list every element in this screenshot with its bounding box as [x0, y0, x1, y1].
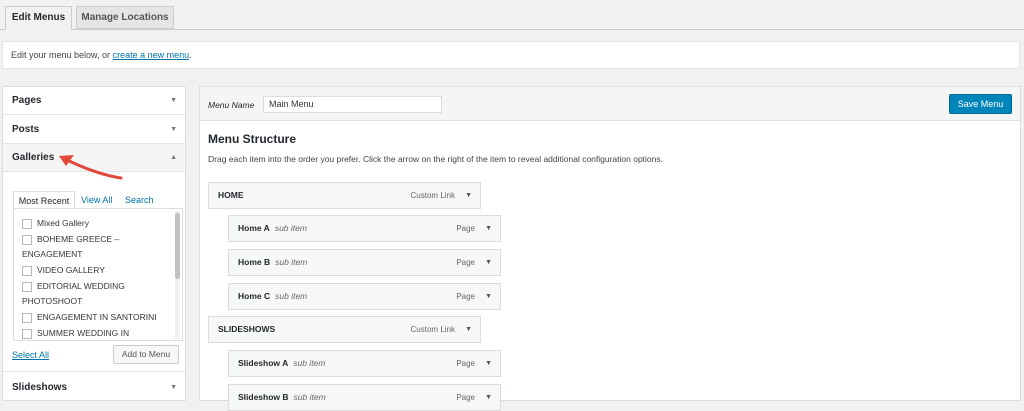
create-new-menu-link[interactable]: create a new menu [113, 50, 190, 60]
galleries-body: Most Recent View All Search Mixed Galler… [3, 173, 185, 372]
list-item: ENGAGEMENT IN SANTORINI [37, 312, 157, 322]
menu-item-title: Home C [238, 291, 271, 301]
annotation-arrow-icon [59, 155, 123, 180]
notice-suffix: . [189, 50, 192, 60]
chevron-down-icon: ▼ [170, 384, 177, 391]
chevron-down-icon[interactable]: ▼ [485, 284, 492, 309]
list-item: ENGAGEMENT [22, 249, 83, 259]
accordion-pages-label: Pages [12, 95, 42, 106]
accordion-posts[interactable]: Posts ▼ [3, 116, 185, 144]
checkbox-editorial-wedding[interactable] [22, 282, 32, 292]
sub-item-label: sub item [275, 291, 308, 301]
gallery-list[interactable]: Mixed Gallery BOHEME GREECE – ENGAGEMENT… [13, 208, 183, 341]
list-item: SUMMER WEDDING IN [37, 328, 130, 338]
chevron-down-icon[interactable]: ▼ [465, 317, 472, 342]
menu-item-title: HOME [218, 190, 244, 200]
menu-item-type: Custom Link [410, 191, 455, 200]
menu-item[interactable]: Slideshow A sub item Page ▼ [228, 350, 501, 377]
add-to-menu-button[interactable]: Add to Menu [113, 345, 179, 364]
chevron-down-icon: ▼ [170, 97, 177, 104]
accordion-galleries-label: Galleries [12, 152, 55, 163]
menu-item-type: Page [456, 258, 475, 267]
menu-name-input[interactable]: Main Menu [263, 96, 442, 113]
tab-edit-menus[interactable]: Edit Menus [5, 6, 72, 30]
menu-item[interactable]: HOME Custom Link ▼ [208, 182, 481, 209]
menu-item-type: Custom Link [410, 325, 455, 334]
menu-item-title: Home B [238, 257, 271, 267]
list-item: Mixed Gallery [37, 218, 89, 228]
sub-item-label: sub item [274, 223, 307, 233]
menu-item-type: Page [456, 292, 475, 301]
list-item: PHOTOSHOOT [22, 296, 83, 306]
menu-header-bar: Menu Name Main Menu Save Menu [200, 87, 1020, 121]
menu-structure-description: Drag each item into the order you prefer… [208, 154, 663, 164]
menu-item[interactable]: Home B sub item Page ▼ [228, 249, 501, 276]
chevron-down-icon[interactable]: ▼ [465, 183, 472, 208]
save-menu-button[interactable]: Save Menu [949, 94, 1012, 114]
accordion-pages[interactable]: Pages ▼ [3, 87, 185, 115]
checkbox-engagement-santorini[interactable] [22, 313, 32, 323]
chevron-down-icon[interactable]: ▼ [485, 216, 492, 241]
chevron-down-icon: ▼ [170, 126, 177, 133]
tab-search[interactable]: Search [125, 191, 154, 209]
menu-item[interactable]: Home C sub item Page ▼ [228, 283, 501, 310]
accordion-posts-label: Posts [12, 124, 40, 135]
list-item: EDITORIAL WEDDING [37, 281, 125, 291]
tab-manage-locations[interactable]: Manage Locations [76, 6, 174, 29]
menu-item-type: Page [456, 359, 475, 368]
menu-item[interactable]: SLIDESHOWS Custom Link ▼ [208, 316, 481, 343]
list-item: VIDEO GALLERY [37, 265, 105, 275]
menu-item[interactable]: Home A sub item Page ▼ [228, 215, 501, 242]
tab-most-recent[interactable]: Most Recent [13, 191, 75, 209]
chevron-down-icon[interactable]: ▼ [485, 351, 492, 376]
sub-item-label: sub item [275, 257, 308, 267]
menu-item-type: Page [456, 393, 475, 402]
checkbox-summer-wedding[interactable] [22, 329, 32, 339]
menu-item-type: Page [456, 224, 475, 233]
checkbox-boheme-greece[interactable] [22, 235, 32, 245]
list-scrollbar-thumb[interactable] [175, 213, 180, 279]
menu-item-title: SLIDESHOWS [218, 324, 276, 334]
accordion-slideshows[interactable]: Slideshows ▼ [3, 374, 185, 402]
menu-item-title: Slideshow A [238, 358, 289, 368]
chevron-up-icon: ▲ [170, 154, 177, 161]
list-item: BOHEME GREECE – [37, 234, 120, 244]
menu-structure-title: Menu Structure [208, 132, 297, 146]
tab-view-all[interactable]: View All [81, 191, 112, 209]
menu-editor-panel: Menu Name Main Menu Save Menu Menu Struc… [199, 86, 1021, 411]
notice-bar: Edit your menu below, or create a new me… [2, 41, 1020, 69]
menu-item[interactable]: Slideshow Bsub item Page ▼ [228, 384, 501, 411]
sub-item-label: sub item [293, 358, 326, 368]
checkbox-mixed-gallery[interactable] [22, 219, 32, 229]
accordion-slideshows-label: Slideshows [12, 382, 68, 393]
chevron-down-icon[interactable]: ▼ [485, 250, 492, 275]
notice-prefix: Edit your menu below, or [11, 50, 113, 60]
select-all-link[interactable]: Select All [12, 350, 49, 360]
tab-divider [0, 29, 1024, 30]
menu-name-label: Menu Name [208, 100, 255, 110]
add-menu-items-panel: Pages ▼ Posts ▼ Galleries ▲ Most Recent … [2, 86, 186, 401]
chevron-down-icon[interactable]: ▼ [485, 385, 492, 410]
checkbox-video-gallery[interactable] [22, 266, 32, 276]
menu-item-title: Home A [238, 223, 270, 233]
